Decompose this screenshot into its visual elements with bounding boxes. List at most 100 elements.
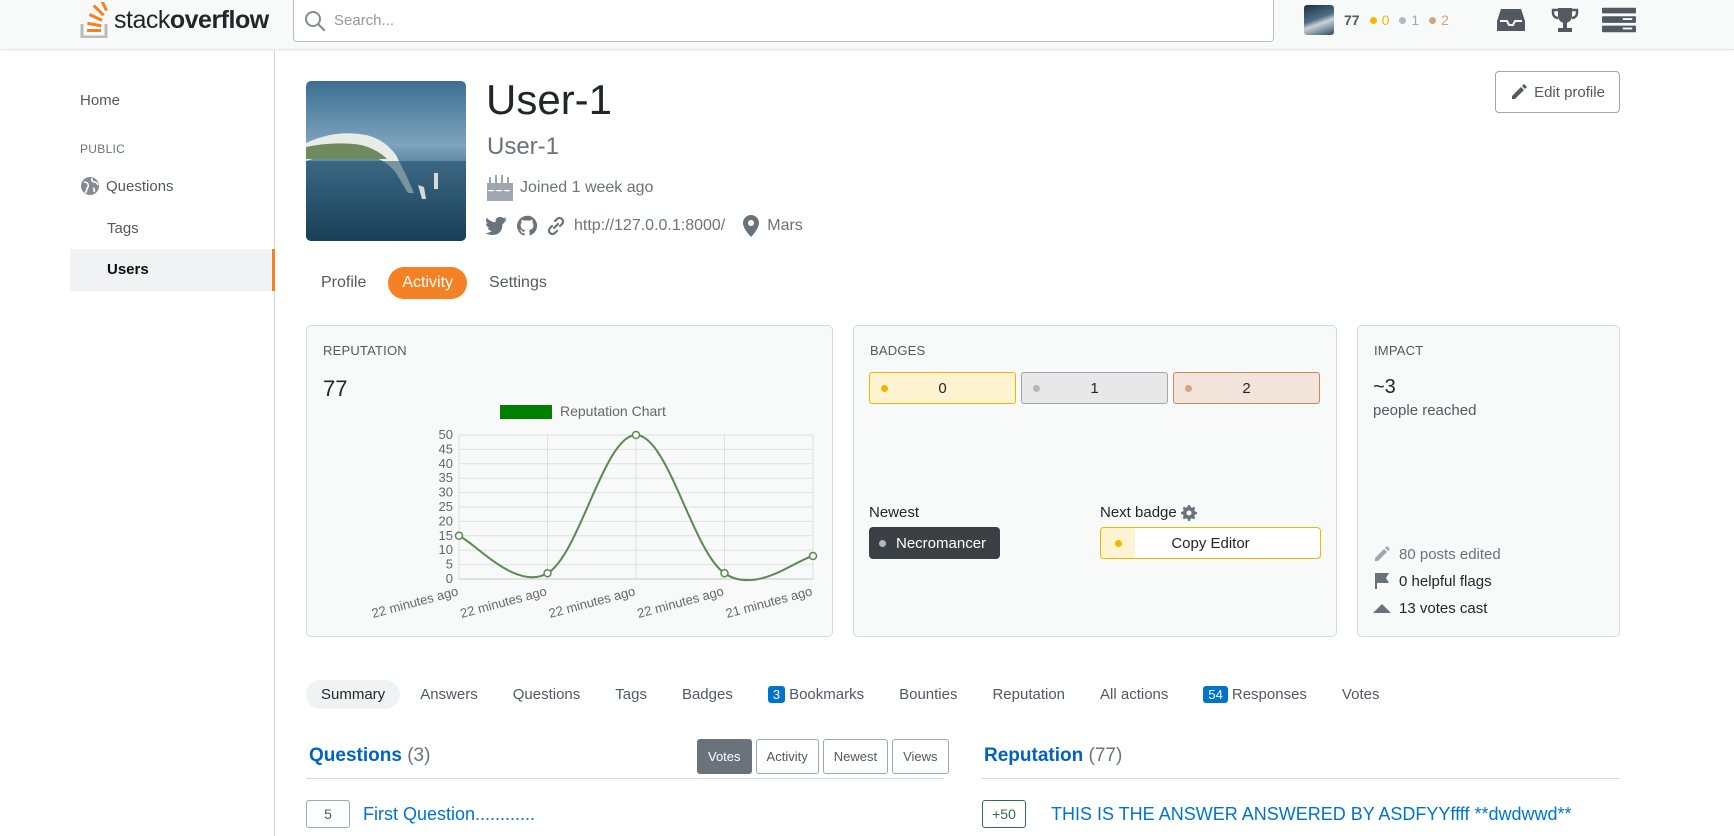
gold-badges-box[interactable]: 0 (869, 372, 1016, 404)
newest-badge[interactable]: Necromancer (869, 527, 1001, 559)
gold-badge-dot (1369, 16, 1377, 24)
chart-y-tick-label: 15 (439, 528, 453, 543)
posts-edited-stat: 80 posts edited (1373, 545, 1501, 563)
chart-y-tick-label: 35 (439, 470, 453, 485)
tab-label: Bookmarks (789, 686, 865, 703)
tab-profile[interactable]: Profile (307, 267, 380, 299)
sidebar-item-home[interactable]: Home (80, 92, 120, 109)
questions-section-title[interactable]: Questions (3) (309, 745, 430, 767)
topbar-gold-count: 0 (1381, 12, 1390, 28)
profile-links: http://127.0.0.1:8000/ Mars (486, 215, 803, 237)
search-box[interactable] (293, 0, 1274, 42)
bronze-badges-box[interactable]: 2 (1173, 372, 1320, 404)
tab-label: Questions (512, 686, 581, 703)
reputation-delta: +50 (982, 800, 1026, 828)
gear-icon[interactable] (1180, 504, 1197, 521)
sort-activity-button[interactable]: Activity (755, 739, 819, 774)
tab-badges[interactable]: Badges (667, 680, 748, 709)
posts-edited-text: 80 posts edited (1399, 545, 1501, 563)
reputation-card-title: REPUTATION (323, 343, 407, 358)
tab-all-actions[interactable]: All actions (1085, 680, 1183, 709)
sidebar-item-label: Questions (106, 177, 174, 195)
tab-label: Badges (681, 686, 733, 703)
tab-bounties[interactable]: Bounties (884, 680, 972, 709)
link-icon (546, 216, 566, 236)
pencil-icon (1512, 84, 1528, 99)
gold-badge-dot (881, 384, 888, 392)
topbar-silver-count: 1 (1411, 12, 1420, 28)
tab-votes[interactable]: Votes (1327, 680, 1395, 709)
tab-reputation[interactable]: Reputation (977, 680, 1080, 709)
reputation-post-link[interactable]: THIS IS THE ANSWER ANSWERED BY ASDFYYfff… (1051, 804, 1572, 825)
website-link[interactable]: http://127.0.0.1:8000/ (574, 217, 725, 235)
edit-profile-button[interactable]: Edit profile (1495, 71, 1620, 113)
questions-title-text: Questions (309, 745, 402, 766)
next-badge-label-text: Next badge (1100, 504, 1177, 521)
tab-label: Answers (420, 686, 478, 703)
sort-newest-button[interactable]: Newest (822, 739, 889, 774)
impact-card: IMPACT ~3 people reached 80 posts edited… (1357, 325, 1620, 637)
next-badge-label: Next badge (1100, 504, 1197, 521)
github-icon[interactable] (516, 215, 538, 237)
silver-badge-dot (1033, 384, 1040, 392)
twitter-icon[interactable] (486, 217, 508, 235)
questions-sort-control: Votes Activity Newest Views (697, 739, 949, 774)
tab-label: Votes (1341, 686, 1380, 703)
question-link[interactable]: First Question............ (363, 804, 535, 825)
topbar-icons (1494, 4, 1636, 36)
tab-bookmarks[interactable]: 3 Bookmarks (753, 680, 879, 709)
next-badge-name: Copy Editor (1171, 534, 1250, 552)
topbar-reputation: 77 (1344, 12, 1360, 28)
reputation-section-title[interactable]: Reputation (77) (984, 745, 1122, 767)
next-badge-gold-marker (1101, 528, 1135, 558)
sidebar-item-questions[interactable]: Questions (80, 176, 174, 196)
reputation-chart: Reputation Chart0510152025303540455022 m… (370, 403, 818, 621)
trophy-icon[interactable] (1548, 4, 1582, 36)
joined-text: Joined 1 week ago (520, 179, 654, 196)
chart-x-tick-label: 22 minutes ago (636, 583, 726, 620)
sidebar-item-tags[interactable]: Tags (107, 220, 139, 237)
reputation-value: 77 (323, 376, 348, 401)
silver-badge-dot (1399, 16, 1407, 24)
cake-icon (487, 175, 513, 201)
impact-card-title: IMPACT (1374, 343, 1424, 358)
avatar[interactable] (1304, 5, 1334, 35)
tab-tags[interactable]: Tags (600, 680, 662, 709)
chart-y-tick-label: 25 (439, 499, 453, 514)
topbar-user-card[interactable]: 77 0 1 2 (1304, 4, 1449, 36)
tab-activity[interactable]: Activity (388, 267, 468, 299)
tab-responses[interactable]: 54 Responses (1188, 680, 1322, 709)
chart-legend-swatch (500, 405, 552, 419)
profile-tabs: Profile Activity Settings (307, 267, 561, 299)
gold-badge-count: 0 (938, 379, 947, 397)
helpful-flags-stat: 0 helpful flags (1373, 572, 1492, 590)
bronze-badge-dot (1429, 16, 1437, 24)
chart-y-tick-label: 30 (439, 485, 453, 500)
location-pin-icon (743, 215, 760, 237)
tab-label: Tags (615, 686, 647, 703)
responses-count-badge: 54 (1203, 686, 1228, 703)
tab-summary[interactable]: Summary (306, 680, 401, 709)
tab-settings[interactable]: Settings (475, 267, 561, 299)
chart-y-tick-label: 40 (439, 456, 453, 471)
helpful-flags-text: 0 helpful flags (1399, 572, 1492, 590)
sidebar-item-users[interactable]: Users (70, 249, 275, 291)
site-switcher-icon[interactable] (1602, 4, 1636, 36)
tab-label: Responses (1231, 686, 1307, 703)
sort-views-button[interactable]: Views (892, 739, 949, 774)
sort-votes-button[interactable]: Votes (697, 739, 752, 774)
chart-y-tick-label: 5 (446, 557, 453, 572)
search-input[interactable] (334, 12, 1234, 29)
chart-legend-label: Reputation Chart (560, 403, 666, 419)
tab-questions[interactable]: Questions (498, 680, 596, 709)
next-badge[interactable]: Copy Editor (1100, 527, 1321, 559)
profile-title: User-1 (487, 133, 560, 160)
question-score: 5 (306, 800, 350, 828)
tab-answers[interactable]: Answers (405, 680, 493, 709)
inbox-icon[interactable] (1494, 4, 1528, 36)
site-logo[interactable]: stackoverflow (80, 0, 269, 40)
chart-x-tick-label: 22 minutes ago (370, 583, 460, 620)
topbar-bronze-count: 2 (1441, 12, 1449, 28)
silver-badges-box[interactable]: 1 (1021, 372, 1168, 404)
bronze-badge-count: 2 (1242, 379, 1251, 397)
